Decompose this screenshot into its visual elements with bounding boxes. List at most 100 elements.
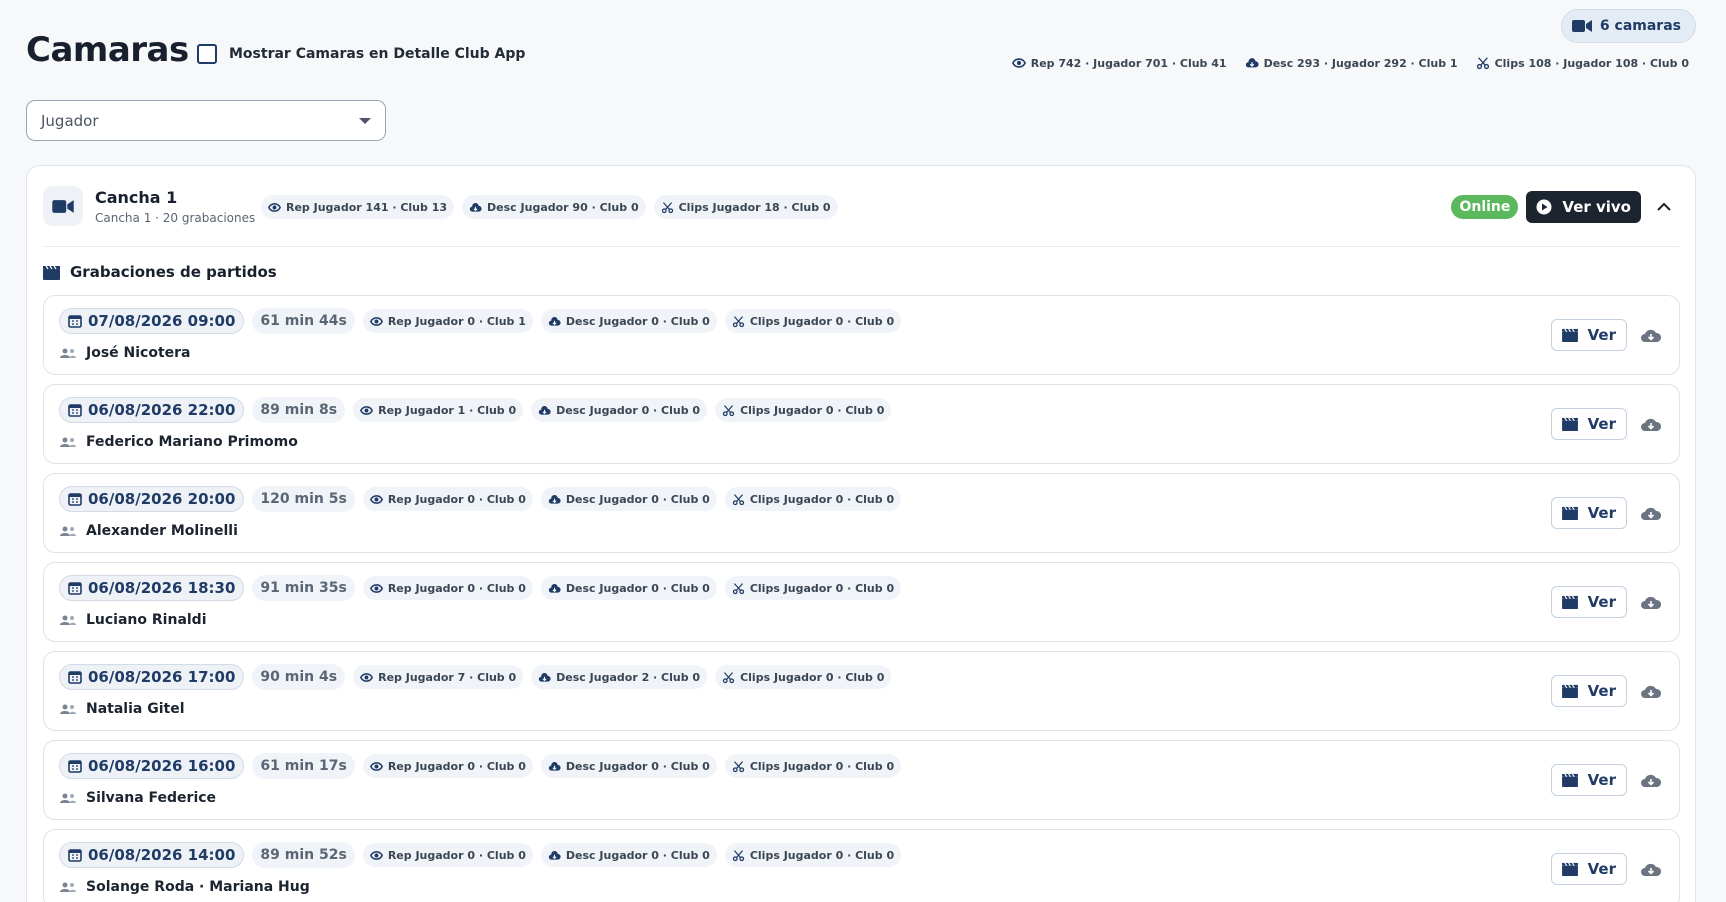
recording-clips-text: Clips Jugador 0 · Club 0	[749, 492, 895, 506]
download-recording-button[interactable]	[1635, 319, 1667, 351]
download-recording-button[interactable]	[1635, 764, 1667, 796]
play-circle-icon	[1536, 199, 1552, 215]
view-recording-button[interactable]: Ver	[1550, 764, 1627, 796]
recording-clips-text: Clips Jugador 0 · Club 0	[749, 848, 895, 862]
cameras-count-label: 6 camaras	[1599, 18, 1681, 34]
show-cameras-checkbox[interactable]	[197, 44, 217, 64]
view-recording-label: Ver	[1587, 415, 1616, 433]
recording-date: 06/08/2026 17:00	[88, 668, 236, 686]
recording-date: 06/08/2026 22:00	[88, 401, 236, 419]
eye-icon	[369, 494, 383, 504]
recording-rep-chip: Rep Jugador 0 · Club 1	[362, 309, 533, 333]
recording-players-text: Alexander Molinelli	[86, 523, 238, 539]
recording-desc-text: Desc Jugador 2 · Club 0	[556, 670, 701, 684]
recording-desc-text: Desc Jugador 0 · Club 0	[565, 581, 710, 595]
recording-date-chip: 06/08/2026 14:00	[59, 842, 245, 868]
recording-players: Silvana Federice	[59, 790, 216, 806]
eye-icon	[360, 405, 374, 415]
recording-meta: 07/08/2026 09:00 61 min 44s Rep Jugador …	[59, 308, 902, 334]
camera-divider	[43, 246, 1679, 247]
filter-select[interactable]: Jugador	[26, 100, 386, 141]
camera-card: Cancha 1 Cancha 1 · 20 grabaciones Rep J…	[26, 165, 1696, 902]
view-recording-label: Ver	[1587, 771, 1616, 789]
cloud-icon	[548, 316, 561, 326]
page-title: Camaras	[26, 30, 189, 70]
recording-desc-chip: Desc Jugador 2 · Club 0	[531, 665, 708, 689]
cameras-count-badge[interactable]: 6 camaras	[1560, 9, 1696, 43]
download-recording-button[interactable]	[1635, 675, 1667, 707]
recording-row: 07/08/2026 09:00 61 min 44s Rep Jugador …	[43, 295, 1680, 375]
global-desc-text: Desc 293 · Jugador 292 · Club 1	[1263, 56, 1458, 70]
scissors-icon	[732, 493, 744, 505]
camera-desc-chip: Desc Jugador 90 · Club 0	[462, 195, 646, 219]
recording-date: 06/08/2026 14:00	[88, 846, 236, 864]
recording-players-text: Silvana Federice	[86, 790, 217, 806]
recording-duration: 91 min 35s	[252, 575, 355, 601]
download-recording-button[interactable]	[1635, 497, 1667, 529]
eye-icon	[1011, 58, 1026, 68]
view-recording-label: Ver	[1587, 504, 1616, 522]
recording-rep-chip: Rep Jugador 0 · Club 0	[362, 487, 533, 511]
clapperboard-icon	[1561, 862, 1578, 876]
watch-live-button[interactable]: Ver vivo	[1526, 191, 1641, 223]
view-recording-button[interactable]: Ver	[1550, 319, 1627, 351]
camera-clips-text: Clips Jugador 18 · Club 0	[678, 200, 831, 214]
chevron-down-icon	[359, 117, 371, 124]
camera-desc-text: Desc Jugador 90 · Club 0	[487, 200, 639, 214]
cloud-download-icon	[1641, 774, 1662, 787]
recording-date-chip: 06/08/2026 16:00	[59, 753, 245, 779]
people-icon	[60, 526, 76, 536]
recording-duration: 89 min 52s	[252, 842, 355, 868]
recording-players-text: Federico Mariano Primomo	[86, 434, 298, 450]
people-icon	[60, 615, 76, 625]
recording-clips-chip: Clips Jugador 0 · Club 0	[724, 843, 902, 867]
camera-rep-chip: Rep Jugador 141 · Club 13	[261, 195, 455, 219]
video-camera-icon	[52, 199, 74, 213]
recording-duration: 61 min 17s	[252, 753, 355, 779]
recording-desc-text: Desc Jugador 0 · Club 0	[565, 848, 710, 862]
view-recording-label: Ver	[1587, 682, 1616, 700]
recording-actions: Ver	[1550, 853, 1667, 885]
section-title-text: Grabaciones de partidos	[70, 263, 277, 281]
scissors-icon	[732, 582, 744, 594]
view-recording-button[interactable]: Ver	[1550, 675, 1627, 707]
clapperboard-icon	[1561, 328, 1578, 342]
download-recording-button[interactable]	[1635, 586, 1667, 618]
calendar-icon	[68, 315, 82, 328]
scissors-icon	[722, 671, 735, 683]
recording-meta: 06/08/2026 14:00 89 min 52s Rep Jugador …	[59, 842, 902, 868]
show-cameras-toggle[interactable]: Mostrar Camaras en Detalle Club App	[197, 44, 525, 64]
global-clips-text: Clips 108 · Jugador 108 · Club 0	[1494, 56, 1689, 70]
recording-date: 06/08/2026 16:00	[88, 757, 236, 775]
scissors-icon	[732, 849, 744, 861]
scissors-icon	[661, 201, 673, 213]
recording-players-text: Natalia Gitel	[86, 701, 185, 717]
download-recording-button[interactable]	[1635, 853, 1667, 885]
eye-icon	[369, 761, 383, 771]
recording-clips-text: Clips Jugador 0 · Club 0	[749, 314, 895, 328]
recording-clips-text: Clips Jugador 0 · Club 0	[740, 403, 885, 417]
view-recording-button[interactable]: Ver	[1550, 853, 1627, 885]
view-recording-button[interactable]: Ver	[1550, 408, 1627, 440]
people-icon	[60, 704, 76, 714]
camera-subtitle: Cancha 1 · 20 grabaciones	[95, 211, 256, 225]
recording-rep-chip: Rep Jugador 0 · Club 0	[362, 843, 533, 867]
calendar-icon	[68, 404, 82, 417]
recording-clips-chip: Clips Jugador 0 · Club 0	[715, 665, 892, 689]
clapperboard-icon	[1561, 417, 1578, 431]
people-icon	[60, 882, 76, 892]
calendar-icon	[68, 849, 82, 862]
view-recording-button[interactable]: Ver	[1550, 497, 1627, 529]
clapperboard-icon	[1561, 684, 1578, 698]
collapse-button[interactable]	[1649, 192, 1679, 222]
recording-duration: 90 min 4s	[252, 664, 346, 690]
recording-clips-chip: Clips Jugador 0 · Club 0	[724, 487, 902, 511]
filter-select-value: Jugador	[41, 111, 99, 130]
recording-rep-text: Rep Jugador 0 · Club 0	[387, 759, 526, 773]
download-recording-button[interactable]	[1635, 408, 1667, 440]
cloud-download-icon	[1641, 329, 1662, 342]
view-recording-button[interactable]: Ver	[1550, 586, 1627, 618]
recording-meta: 06/08/2026 20:00 120 min 5s Rep Jugador …	[59, 486, 902, 512]
recording-date: 06/08/2026 20:00	[88, 490, 236, 508]
recording-desc-chip: Desc Jugador 0 · Club 0	[531, 398, 708, 422]
